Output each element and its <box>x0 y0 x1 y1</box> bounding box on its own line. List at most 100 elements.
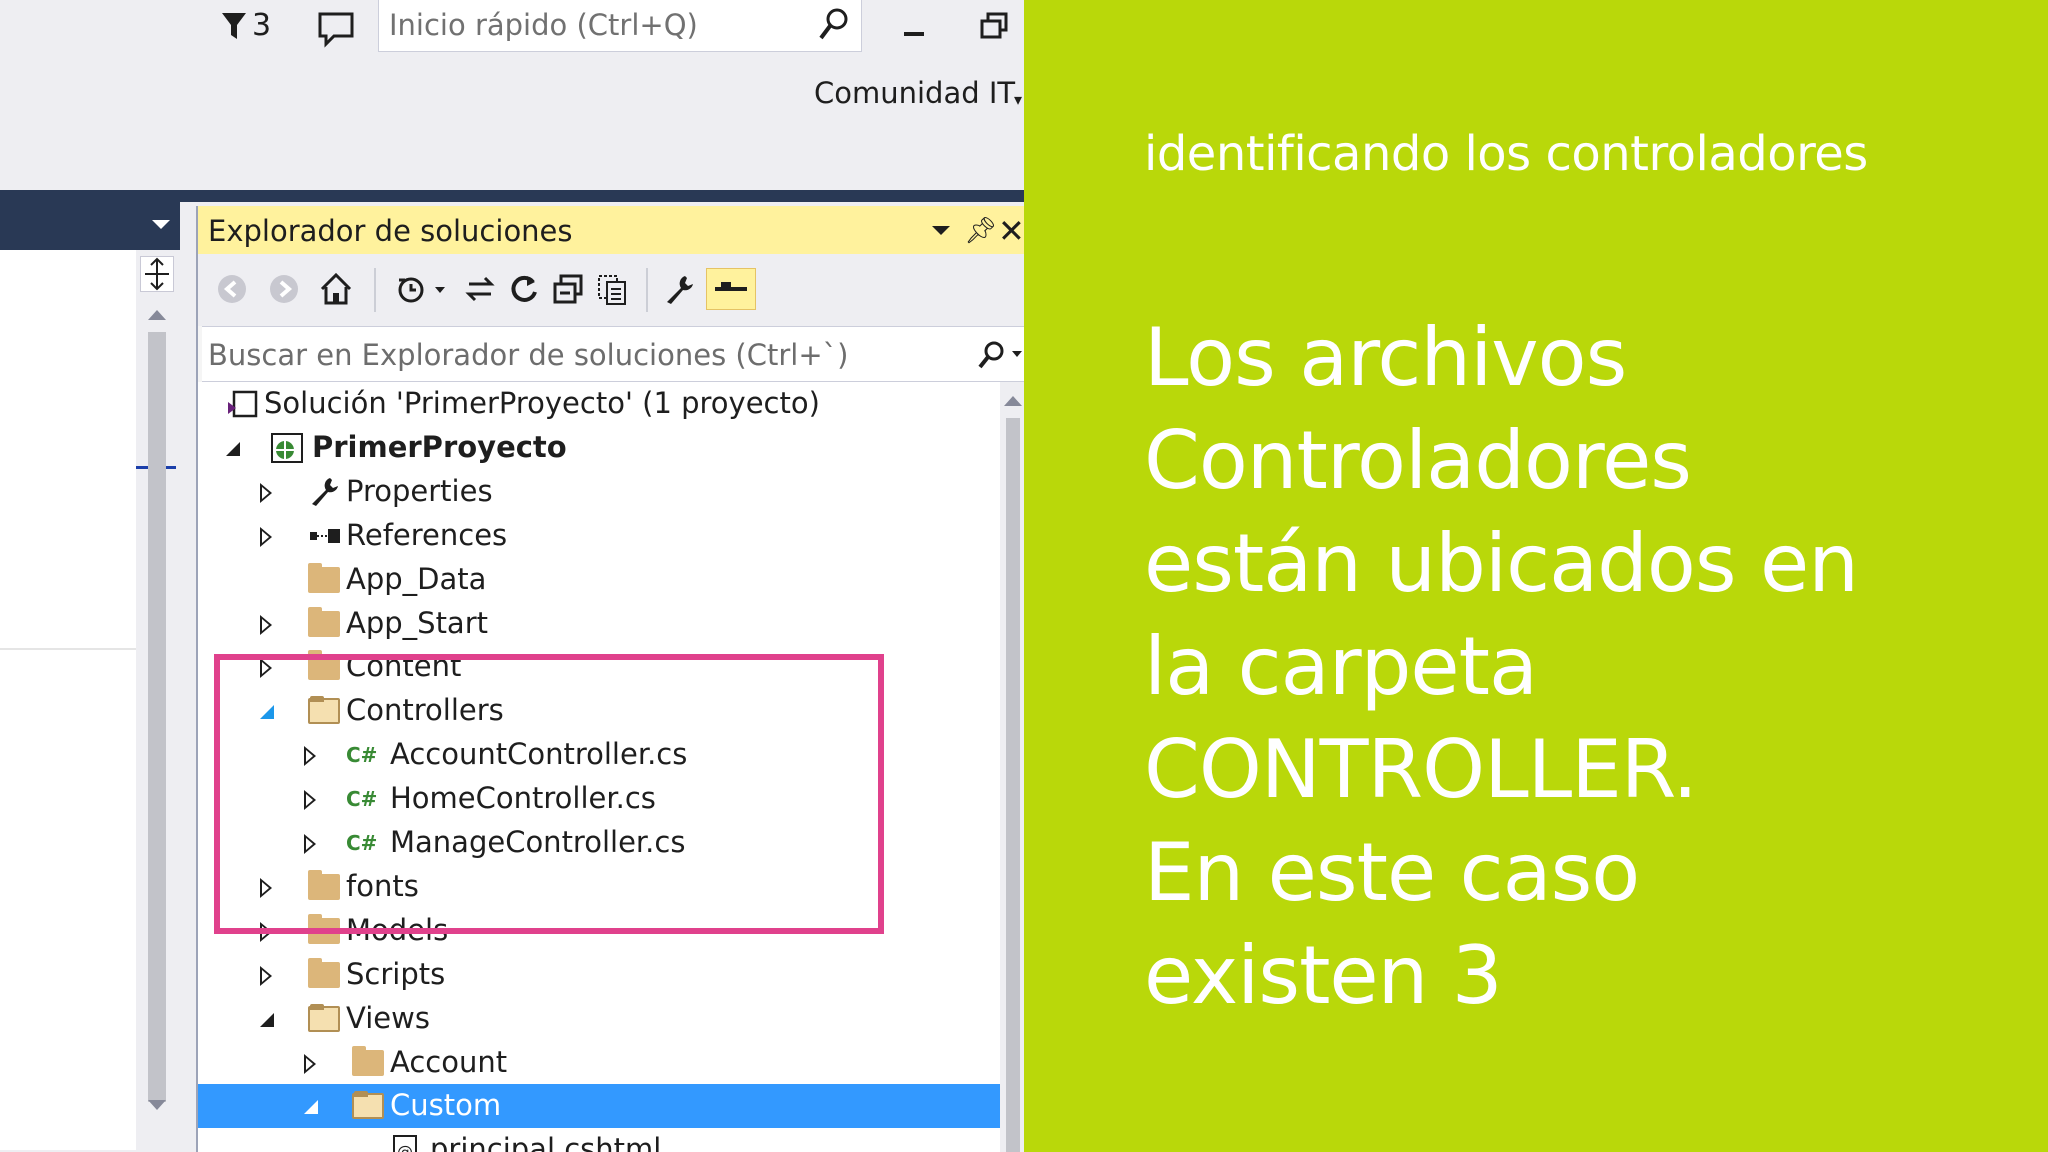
expand-arrow-icon[interactable] <box>260 482 272 503</box>
tree-item-label: principal.cshtml <box>430 1132 662 1152</box>
tree-item-label: App_Data <box>346 561 487 596</box>
slide-body-line: En este caso <box>1144 826 1640 919</box>
refresh-button[interactable] <box>504 268 544 310</box>
restore-icon[interactable] <box>974 6 1014 46</box>
quick-launch-box[interactable] <box>378 0 862 52</box>
tree-item-label: Properties <box>346 473 493 508</box>
pin-icon[interactable]: 📌︎ <box>964 216 997 246</box>
chevron-down-icon[interactable]: ▾ <box>1014 90 1022 109</box>
tree-item-label: Views <box>346 1000 430 1035</box>
folder-icon <box>308 606 340 637</box>
chevron-down-icon[interactable] <box>932 226 950 235</box>
quick-launch-input[interactable] <box>389 6 809 44</box>
collapse-all-button[interactable] <box>548 268 588 310</box>
folder-open-icon <box>352 1091 384 1120</box>
show-all-files-icon <box>598 275 626 305</box>
tree-item-label: Custom <box>390 1088 502 1123</box>
search-icon[interactable] <box>817 6 851 42</box>
slide-body: Los archivos Controladores están ubicados … <box>1144 306 2004 1027</box>
slide-body-line: existen 3 <box>1144 929 1503 1022</box>
notifications-button[interactable]: 3 <box>220 8 271 43</box>
expand-arrow-icon[interactable] <box>260 526 272 547</box>
tree-item-label: PrimerProyecto <box>312 429 567 464</box>
web-project-icon <box>270 432 304 464</box>
tree-item-label: Scripts <box>346 956 446 991</box>
chevron-down-icon[interactable] <box>152 220 170 229</box>
wrench-icon <box>308 476 342 508</box>
search-icon[interactable] <box>974 339 1024 373</box>
wrench-icon <box>667 276 693 304</box>
tree-item-primerproyecto[interactable]: PrimerProyecto <box>198 426 1000 470</box>
toolbar-separator <box>646 268 648 312</box>
slide-body-line: CONTROLLER. <box>1144 723 1698 816</box>
forward-button[interactable] <box>264 268 304 310</box>
tree-item-principal-cshtml[interactable]: @ principal.cshtml <box>198 1128 1000 1152</box>
close-icon[interactable]: ✕ <box>998 212 1024 250</box>
tree-item-label: App_Start <box>346 605 488 640</box>
home-icon <box>320 272 352 305</box>
panel-toolbar <box>198 254 1024 326</box>
history-clock-icon <box>398 277 445 303</box>
properties-button[interactable] <box>660 268 700 310</box>
panel-title-bar[interactable]: Explorador de soluciones 📌︎ ✕ <box>198 206 1024 254</box>
tree-item-references[interactable]: References <box>198 514 1000 558</box>
svg-text:@: @ <box>397 1142 413 1152</box>
tree-item-soluci-n-primerproyecto-1-proyecto[interactable]: Solución 'PrimerProyecto' (1 proyecto) <box>198 382 1000 426</box>
folder-icon <box>352 1045 384 1076</box>
collapse-all-icon <box>553 274 583 304</box>
back-button[interactable] <box>212 268 252 310</box>
tree-item-views[interactable]: Views <box>198 997 1000 1041</box>
show-all-files-button[interactable] <box>592 268 632 310</box>
forward-arrow-icon <box>270 275 298 303</box>
minus-pin-icon <box>715 282 747 291</box>
account-name[interactable]: Comunidad IT <box>814 76 1015 110</box>
feedback-icon[interactable] <box>316 10 356 48</box>
tree-item-label: Solución 'PrimerProyecto' (1 proyecto) <box>264 386 820 420</box>
tree-item-app-start[interactable]: App_Start <box>198 602 1000 646</box>
collapse-arrow-icon[interactable] <box>304 1100 318 1115</box>
collapse-arrow-icon[interactable] <box>260 1012 274 1027</box>
slide-body-line: Controladores <box>1144 414 1692 507</box>
sync-arrows-icon <box>465 276 495 302</box>
expand-arrow-icon[interactable] <box>260 614 272 635</box>
minimize-icon[interactable] <box>896 6 936 46</box>
slide-panel: identificando los controladores Los arch… <box>1024 0 2048 1152</box>
solution-search-box[interactable] <box>202 326 1024 382</box>
scrollbar-thumb[interactable] <box>1006 418 1020 1152</box>
collapse-arrow-icon[interactable] <box>226 441 240 456</box>
scroll-up-icon[interactable] <box>148 310 166 320</box>
slide-body-line: Los archivos <box>1144 311 1627 404</box>
title-bar: 3 Comunidad IT ▾ <box>0 0 1024 190</box>
razor-file-icon: @ <box>388 1134 422 1152</box>
editor-pane-header <box>0 202 180 250</box>
home-button[interactable] <box>316 268 356 310</box>
folder-icon <box>308 957 340 988</box>
solution-icon <box>226 388 260 420</box>
slide-subtitle: identificando los controladores <box>1144 126 1868 182</box>
slide-body-line: están ubicados en <box>1144 517 1859 610</box>
tree-item-scripts[interactable]: Scripts <box>198 953 1000 997</box>
tree-item-app-data[interactable]: App_Data <box>198 558 1000 602</box>
scroll-up-icon[interactable] <box>1004 396 1022 406</box>
split-window-icon[interactable] <box>140 256 174 292</box>
preview-toggle-button[interactable] <box>706 268 756 310</box>
vertical-scrollbar[interactable] <box>148 332 166 1102</box>
tree-item-properties[interactable]: Properties <box>198 470 1000 514</box>
notification-count: 3 <box>252 8 272 43</box>
tree-item-label: Account <box>390 1044 508 1079</box>
sync-button[interactable] <box>460 268 500 310</box>
tree-item-account[interactable]: Account <box>198 1041 1000 1085</box>
expand-arrow-icon[interactable] <box>304 1053 316 1074</box>
highlight-annotation <box>214 654 884 934</box>
references-icon <box>308 520 342 552</box>
tree-item-custom[interactable]: Custom <box>198 1084 1000 1129</box>
back-arrow-icon <box>218 275 246 303</box>
tree-item-label: References <box>346 517 508 552</box>
scroll-down-icon[interactable] <box>148 1100 166 1110</box>
toolbar-separator <box>374 268 376 312</box>
solution-search-input[interactable] <box>208 335 968 375</box>
editor-content[interactable] <box>0 250 136 1150</box>
refresh-icon <box>511 275 537 302</box>
pending-changes-button[interactable] <box>394 268 450 310</box>
expand-arrow-icon[interactable] <box>260 965 272 986</box>
